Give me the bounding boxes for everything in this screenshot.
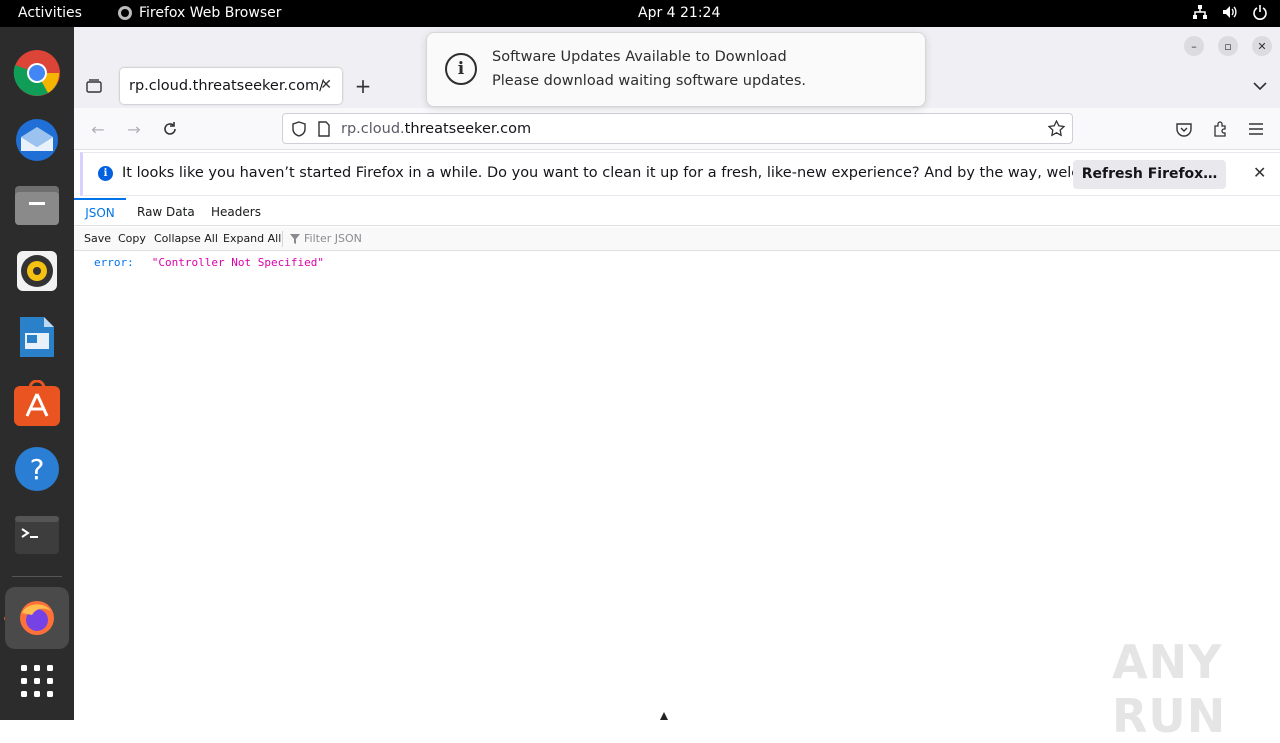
anyrun-watermark: ANY RUN (1112, 635, 1227, 743)
dock-separator (12, 576, 62, 577)
firefox-mini-icon (118, 6, 132, 20)
firefox-view-icon (86, 79, 102, 93)
files-icon[interactable] (13, 181, 61, 229)
tab-raw-data[interactable]: Raw Data (137, 198, 195, 226)
volume-icon (1223, 6, 1237, 18)
firefox-view-button[interactable] (84, 76, 104, 96)
power-icon (1253, 5, 1267, 20)
mouse-cursor (660, 712, 668, 720)
collapse-all-button[interactable]: Collapse All (154, 232, 218, 245)
app-center-icon[interactable] (13, 379, 61, 427)
close-tab-icon[interactable]: ✕ (320, 77, 332, 93)
reload-button[interactable] (160, 119, 180, 139)
list-tabs-button[interactable] (1250, 76, 1270, 96)
rhythmbox-icon[interactable] (13, 247, 61, 295)
url-prefix: rp.cloud. (341, 120, 405, 137)
nav-bar: ← → rp.cloud.threatseeker.com (74, 108, 1280, 150)
app-menu[interactable]: Firefox Web Browser (118, 5, 282, 21)
top-bar: Activities Firefox Web Browser Apr 4 21:… (0, 0, 1280, 27)
page-icon[interactable] (317, 120, 331, 137)
json-value: "Controller Not Specified" (151, 256, 324, 269)
app-grid-icon[interactable] (13, 657, 61, 705)
shield-icon[interactable] (291, 120, 307, 137)
new-tab-button[interactable]: + (353, 74, 373, 98)
software-update-notification[interactable]: i Software Updates Available to Download… (426, 32, 926, 107)
tab-title: rp.cloud.threatseeker.com/ (129, 78, 324, 94)
minimize-button[interactable]: – (1184, 36, 1204, 56)
copy-button[interactable]: Copy (118, 232, 146, 245)
chevron-down-icon (1253, 82, 1267, 90)
firefox-icon[interactable] (5, 587, 69, 649)
extensions-button[interactable] (1210, 119, 1230, 139)
info-icon: i (98, 166, 113, 181)
save-button[interactable]: Save (84, 232, 111, 245)
activities-button[interactable]: Activities (18, 5, 82, 21)
refresh-notification-bar: i It looks like you haven’t started Fire… (80, 152, 1280, 196)
svg-text:?: ? (30, 453, 45, 486)
tab-json[interactable]: JSON (74, 198, 126, 226)
infobar-message: It looks like you haven’t started Firefo… (122, 165, 1157, 181)
thunderbird-icon[interactable] (13, 115, 61, 163)
filter-json-input[interactable]: Filter JSON (304, 232, 362, 245)
maximize-button[interactable]: ▫ (1218, 36, 1238, 56)
clock[interactable]: Apr 4 21:24 (638, 5, 720, 21)
url-host: threatseeker.com (404, 120, 532, 137)
notification-title: Software Updates Available to Download (492, 49, 787, 65)
chrome-icon[interactable] (13, 49, 61, 97)
writer-icon[interactable] (13, 313, 61, 361)
close-window-button[interactable]: ✕ (1252, 36, 1272, 56)
puzzle-icon (1214, 121, 1226, 137)
tab-headers[interactable]: Headers (211, 198, 261, 226)
system-tray[interactable] (1192, 4, 1268, 20)
json-key: error: (94, 256, 134, 269)
app-menu-button[interactable] (1246, 119, 1266, 139)
browser-tab[interactable]: rp.cloud.threatseeker.com/ ✕ (120, 68, 342, 104)
back-button[interactable]: ← (88, 119, 108, 139)
firefox-window: – ▫ ✕ rp.cloud.threatseeker.com/ ✕ + ← →… (74, 27, 1280, 743)
notification-body: Please download waiting software updates… (492, 73, 807, 89)
expand-all-button[interactable]: Expand All (223, 232, 281, 245)
json-viewer-tabs: JSON Raw Data Headers (74, 198, 1280, 226)
hamburger-icon (1249, 123, 1263, 135)
refresh-firefox-button[interactable]: Refresh Firefox… (1073, 160, 1226, 189)
pocket-button[interactable] (1174, 119, 1194, 139)
json-row[interactable]: error: "Controller Not Specified" (94, 256, 324, 269)
close-infobar-icon[interactable]: ✕ (1253, 163, 1266, 182)
filter-icon (290, 234, 300, 244)
info-icon: i (445, 53, 477, 85)
app-name: Firefox Web Browser (139, 5, 282, 21)
forward-button[interactable]: → (124, 119, 144, 139)
reload-icon (164, 122, 176, 135)
url-bar[interactable]: rp.cloud.threatseeker.com (282, 113, 1073, 144)
pocket-icon (1176, 122, 1192, 137)
url-text: rp.cloud.threatseeker.com (341, 121, 531, 137)
json-toolbar: Save Copy Collapse All Expand All Filter… (74, 227, 1280, 251)
bookmark-star-icon[interactable] (1048, 120, 1065, 137)
help-icon[interactable]: ? (13, 445, 61, 493)
network-icon (1193, 5, 1207, 19)
terminal-icon[interactable] (13, 511, 61, 559)
dock: ? (0, 27, 74, 720)
toolbar-divider (282, 231, 283, 247)
